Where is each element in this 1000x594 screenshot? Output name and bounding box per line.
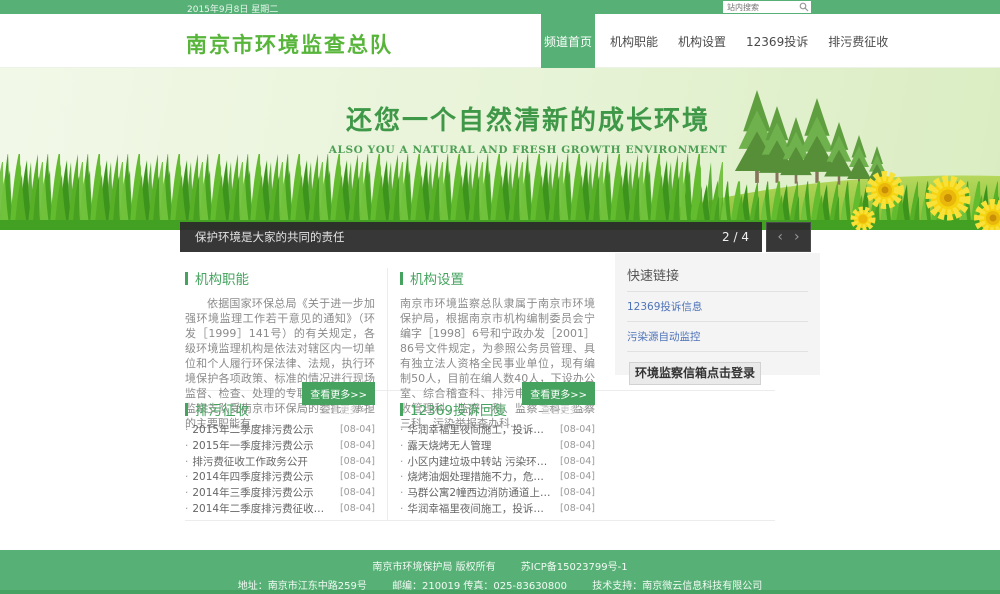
main-nav: 机构职能 机构设置 12369投诉 排污费征收 [600,14,898,68]
link-pollution-monitor[interactable]: 污染源自动监控 [627,329,808,344]
nav-tab-home[interactable]: 频道首页 [541,14,595,68]
slideshow-caption: 保护环境是大家的共同的责任 [195,229,345,245]
nav-tab-structure[interactable]: 机构设置 [678,33,726,50]
section-marker [185,403,188,416]
list-item[interactable]: 2015年二季度排污费公示[08-04] [185,422,375,438]
section-title: 排污征收 [195,399,249,419]
section-marker [185,272,188,285]
list-item[interactable]: 排污费征收工作政务公开[08-04] [185,453,375,469]
site-footer: 南京市环境保护局 版权所有 苏ICP备15023799号-1 地址：南京市江东中… [0,550,1000,590]
site-header: 南京市环境监查总队 频道首页 机构职能 机构设置 12369投诉 排污费征收 [0,14,1000,68]
divider [627,321,808,322]
list-item[interactable]: 露天烧烤无人管理[08-04] [400,438,595,454]
banner-landscape-art [0,68,1000,230]
section-marker [400,272,403,285]
slideshow-controls: ‹ › [766,222,811,252]
search-box [723,1,811,13]
view-more-link[interactable]: 查看更多>> [541,402,595,416]
list-item[interactable]: 2014年二季度排污费征收情况公示[08-04] [185,500,375,516]
list-item[interactable]: 小区内建垃圾中转站 污染环境 滋生传染病源[08-04] [400,453,595,469]
list-item[interactable]: 烧烤油烟处理措施不力，危害人身健康。[08-04] [400,469,595,485]
list-item[interactable]: 2015年一季度排污费公示[08-04] [185,438,375,454]
mailbox-login-button[interactable]: 环境监察信箱点击登录 [629,362,761,385]
divider [627,351,808,352]
nav-tab-fees[interactable]: 排污费征收 [828,33,888,50]
footer-bottom-strip [0,590,1000,594]
section-title: 12369投诉回复 [410,399,507,419]
next-slide-button[interactable]: › [794,230,800,244]
page: 2015年9月8日 星期二 南京市环境监查总队 频道首页 机构职能 机构设置 1… [0,0,1000,594]
hero-banner: 还您一个自然清新的成长环境 ALSO YOU A NATURAL AND FRE… [0,68,1000,230]
column-divider [387,268,388,520]
link-12369-info[interactable]: 12369投诉信息 [627,299,808,314]
nav-tab-12369[interactable]: 12369投诉 [746,33,808,50]
list-item[interactable]: 华润幸福里夜间施工，投诉不管[08-04] [400,422,595,438]
quick-links-title: 快速链接 [627,265,808,284]
view-more-link[interactable]: 查看更多>> [321,402,375,416]
nav-tab-functions[interactable]: 机构职能 [610,33,658,50]
list-item[interactable]: 2014年三季度排污费公示[08-04] [185,485,375,501]
slideshow-counter: 2 / 4 [722,230,749,244]
section-title: 机构职能 [195,268,249,288]
divider [627,291,808,292]
search-input[interactable] [725,2,799,12]
search-icon[interactable] [799,2,809,12]
prev-slide-button[interactable]: ‹ [777,230,783,244]
flower-icon [931,181,965,215]
section-title: 机构设置 [410,268,464,288]
list-item[interactable]: 华润幸福里夜间施工，投诉不管[08-04] [400,500,595,516]
list-item[interactable]: 马群公寓2幢西边消防通道上违建饭店并且…[08-04] [400,485,595,501]
top-bar: 2015年9月8日 星期二 [0,0,1000,14]
list-item[interactable]: 2014年四季度排污费公示[08-04] [185,469,375,485]
flower-icon [854,210,872,228]
flower-icon [871,176,899,204]
section-marker [400,403,403,416]
section-complaint-list: 12369投诉回复 查看更多>> 华润幸福里夜间施工，投诉不管[08-04] 露… [400,400,595,516]
quick-links-panel: 快速链接 12369投诉信息 污染源自动监控 环境监察信箱点击登录 [615,253,820,375]
icp-number: 苏ICP备15023799号-1 [521,562,628,573]
site-title: 南京市环境监查总队 [186,29,393,59]
section-fee-list: 排污征收 查看更多>> 2015年二季度排污费公示[08-04] 2015年一季… [185,400,375,516]
copyright-text: 南京市环境保护局 版权所有 [372,562,495,573]
horizontal-divider [185,520,775,521]
slideshow-caption-bar: 保护环境是大家的共同的责任 2 / 4 [180,222,762,252]
